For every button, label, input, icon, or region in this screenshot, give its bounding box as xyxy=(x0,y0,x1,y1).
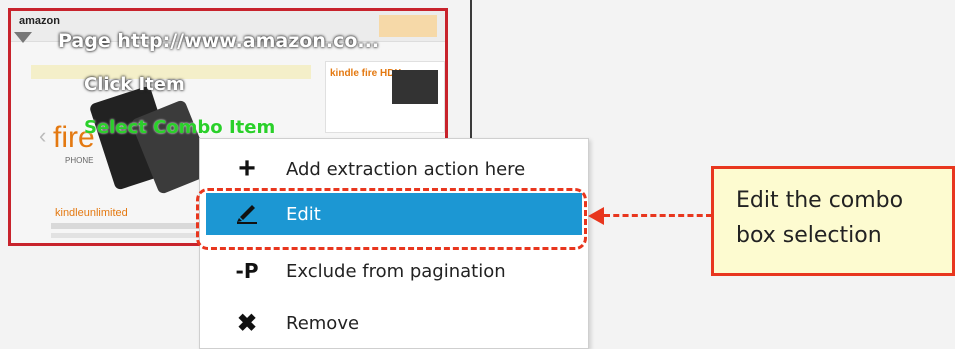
close-icon: ✖ xyxy=(236,309,258,337)
callout-box: Edit the combo box selection xyxy=(711,166,955,276)
menu-item-label: Remove xyxy=(286,312,360,334)
menu-item-exclude-pagination[interactable]: -P Exclude from pagination xyxy=(200,249,588,293)
thumbnail-tablet-image xyxy=(392,70,438,104)
panel-divider xyxy=(470,0,472,140)
thumbnail-kindle-ad xyxy=(379,15,437,37)
thumbnail-kindle-unlimited: kindleunlimited xyxy=(55,207,128,219)
callout-arrow-line xyxy=(604,214,712,217)
menu-item-label: Add extraction action here xyxy=(286,158,526,180)
menu-item-remove[interactable]: ✖ Remove xyxy=(200,301,588,345)
plus-icon: + xyxy=(238,152,256,185)
menu-item-add-extraction[interactable]: + Add extraction action here xyxy=(200,147,588,191)
callout-arrow-head xyxy=(588,207,604,225)
menu-item-label: Exclude from pagination xyxy=(286,260,506,282)
minus-p-icon: -P xyxy=(235,259,259,283)
select-combo-item-label[interactable]: Select Combo Item xyxy=(84,117,275,138)
thumbnail-footer-text xyxy=(51,223,201,229)
thumbnail-logo: amazon xyxy=(19,15,60,27)
thumbnail-fire-sub: PHONE xyxy=(65,156,94,165)
callout-text: Edit the combo box selection xyxy=(736,188,904,248)
page-action-label[interactable]: Page http://www.amazon.co... xyxy=(58,30,379,52)
click-item-label[interactable]: Click Item xyxy=(84,74,185,95)
page-marker-icon xyxy=(14,32,32,43)
thumbnail-right-panel: kindle fire HDX xyxy=(325,61,445,133)
edit-highlight-frame xyxy=(196,188,587,250)
chevron-left-icon: ‹ xyxy=(39,123,47,148)
thumbnail-right-panel-title: kindle fire HDX xyxy=(330,68,402,79)
